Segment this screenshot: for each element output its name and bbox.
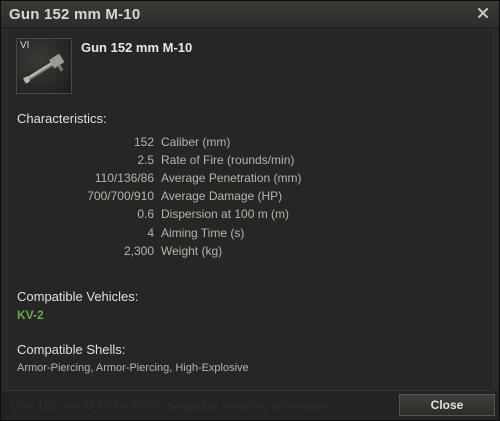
- characteristic-value: 0.6: [137, 207, 154, 221]
- characteristic-value: 2.5: [137, 153, 154, 167]
- characteristic-value: 4: [147, 226, 154, 240]
- footer-ghost-text: Gun 152 mm M-10 for KV-2 compatible modu…: [11, 399, 331, 413]
- characteristic-row: 110/136/86 Average Penetration (mm): [7, 171, 487, 189]
- title-bar: Gun 152 mm M-10: [1, 1, 499, 29]
- characteristic-row: 152 Caliber (mm): [7, 135, 487, 153]
- module-details-panel: VI Gun 152 mm M-10 Characteristics: 152 …: [6, 29, 494, 391]
- footer-bar: Gun 152 mm M-10 for KV-2 compatible modu…: [1, 391, 499, 420]
- characteristic-label: Average Penetration (mm): [161, 171, 302, 185]
- module-name: Gun 152 mm M-10: [81, 40, 193, 55]
- close-icon[interactable]: [475, 5, 491, 21]
- characteristic-label: Caliber (mm): [161, 135, 231, 149]
- gun-icon: VI: [16, 38, 72, 94]
- compatible-shells-header: Compatible Shells:: [17, 342, 126, 357]
- close-button[interactable]: Close: [399, 394, 495, 416]
- characteristic-value: 700/700/910: [87, 189, 154, 203]
- characteristic-row: 2,300 Weight (kg): [7, 244, 487, 262]
- compatible-vehicle-link[interactable]: KV-2: [17, 308, 44, 322]
- characteristic-value: 2,300: [123, 244, 154, 258]
- compatible-vehicles-header: Compatible Vehicles:: [17, 289, 139, 304]
- characteristic-row: 700/700/910 Average Damage (HP): [7, 189, 487, 207]
- characteristic-row: 4 Aiming Time (s): [7, 226, 487, 244]
- compatible-shells-list: Armor-Piercing, Armor-Piercing, High-Exp…: [17, 362, 249, 374]
- characteristic-label: Dispersion at 100 m (m): [161, 207, 290, 221]
- characteristic-label: Aiming Time (s): [161, 226, 245, 240]
- window-title: Gun 152 mm M-10: [9, 6, 141, 23]
- characteristic-value: 152: [133, 135, 154, 149]
- module-info-window: Gun 152 mm M-10 VI Gun 152 mm M-10 Chara…: [0, 0, 500, 421]
- characteristic-label: Average Damage (HP): [161, 189, 283, 203]
- characteristic-label: Weight (kg): [161, 244, 223, 258]
- characteristic-label: Rate of Fire (rounds/min): [161, 153, 295, 167]
- characteristic-row: 0.6 Dispersion at 100 m (m): [7, 207, 487, 225]
- characteristic-value: 110/136/86: [94, 171, 154, 185]
- characteristic-row: 2.5 Rate of Fire (rounds/min): [7, 153, 487, 171]
- characteristics-header: Characteristics:: [17, 111, 107, 126]
